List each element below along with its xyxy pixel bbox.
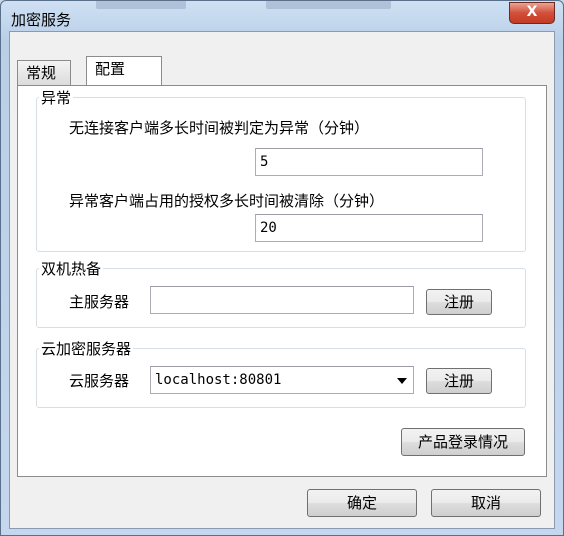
timeout-label: 无连接客户端多长时间被判定为异常（分钟） xyxy=(69,119,370,137)
cloud-server-label: 云服务器 xyxy=(69,372,130,390)
cancel-button[interactable]: 取消 xyxy=(431,489,541,517)
ok-button[interactable]: 确定 xyxy=(307,489,417,517)
close-button[interactable]: X xyxy=(509,2,555,24)
dialog-window: 加密服务 X 常规 配置 异常 无连接客户端多长时间被判定为异常（分钟） 5 异… xyxy=(0,0,564,536)
dialog-client-area: 常规 配置 异常 无连接客户端多长时间被判定为异常（分钟） 5 异常客户端占用的… xyxy=(9,31,555,529)
tab-config[interactable]: 配置 xyxy=(86,56,162,85)
cloud-register-button[interactable]: 注册 xyxy=(426,368,492,394)
primary-server-input[interactable] xyxy=(150,286,414,314)
abnormal-group-label: 异常 xyxy=(39,87,74,108)
primary-server-label: 主服务器 xyxy=(69,293,130,311)
cloud-server-value: localhost:80801 xyxy=(155,372,282,388)
cloud-server-combobox[interactable]: localhost:80801 xyxy=(150,366,414,394)
background-blur xyxy=(266,1,391,9)
hotstandby-register-button[interactable]: 注册 xyxy=(426,289,492,315)
config-tab-panel: 异常 无连接客户端多长时间被判定为异常（分钟） 5 异常客户端占用的授权多长时间… xyxy=(17,85,547,477)
window-title: 加密服务 xyxy=(11,11,72,29)
chevron-down-icon[interactable] xyxy=(397,378,407,384)
clear-label: 异常客户端占用的授权多长时间被清除（分钟） xyxy=(69,192,385,210)
background-blur xyxy=(96,1,186,9)
product-login-button[interactable]: 产品登录情况 xyxy=(401,428,525,456)
clear-input[interactable]: 20 xyxy=(255,214,483,242)
cloud-group-label: 云加密服务器 xyxy=(39,338,134,359)
tab-general[interactable]: 常规 xyxy=(17,60,71,85)
hotstandby-group-label: 双机热备 xyxy=(39,258,104,279)
timeout-input[interactable]: 5 xyxy=(255,148,483,176)
